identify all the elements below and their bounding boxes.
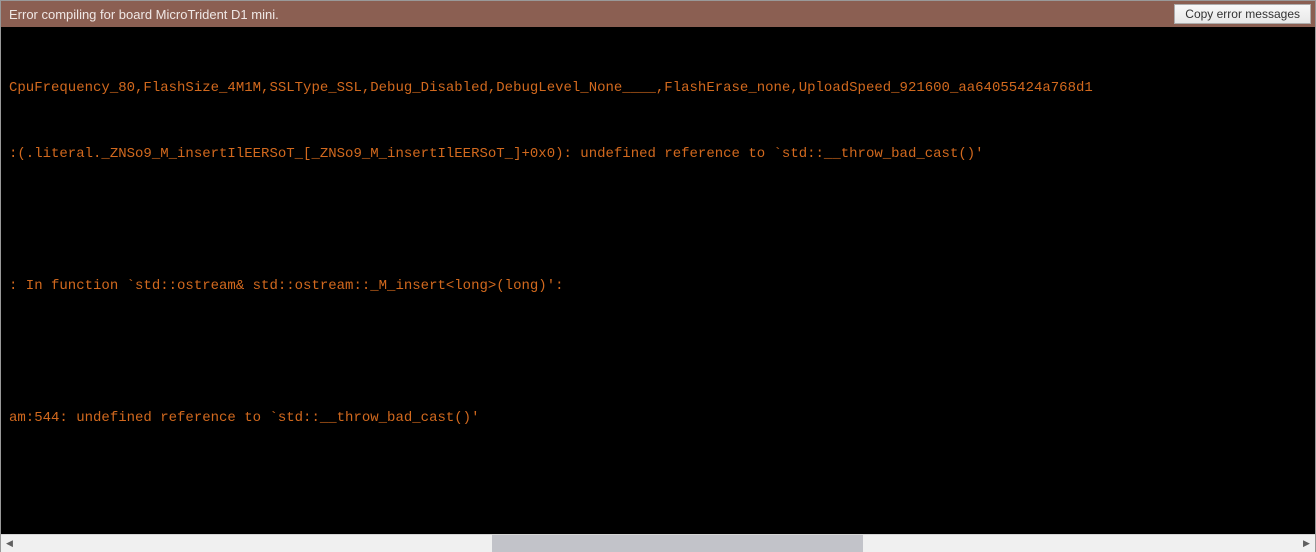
copy-error-button[interactable]: Copy error messages: [1174, 4, 1311, 24]
error-header-bar: Error compiling for board MicroTrident D…: [1, 1, 1315, 27]
scroll-thumb[interactable]: [492, 535, 863, 552]
console-line: :(.literal._ZNSo9_M_insertIlEERSoT_[_ZNS…: [9, 143, 1307, 165]
console-line: CpuFrequency_80,FlashSize_4M1M,SSLType_S…: [9, 77, 1307, 99]
scroll-left-arrow-icon[interactable]: ◀: [1, 535, 18, 552]
console-wrapper: CpuFrequency_80,FlashSize_4M1M,SSLType_S…: [1, 27, 1315, 534]
scroll-right-arrow-icon[interactable]: ▶: [1298, 535, 1315, 552]
console-output[interactable]: CpuFrequency_80,FlashSize_4M1M,SSLType_S…: [1, 27, 1315, 534]
console-line: am:544: undefined reference to `std::__t…: [9, 407, 1307, 429]
error-title: Error compiling for board MicroTrident D…: [9, 7, 279, 22]
error-panel: Error compiling for board MicroTrident D…: [0, 0, 1316, 552]
console-line: [9, 341, 1307, 363]
scroll-track[interactable]: [18, 535, 1298, 552]
console-line: [9, 209, 1307, 231]
horizontal-scrollbar[interactable]: ◀ ▶: [1, 534, 1315, 551]
console-line: : In function `std::ostream& std::ostrea…: [9, 275, 1307, 297]
console-line: [9, 473, 1307, 495]
